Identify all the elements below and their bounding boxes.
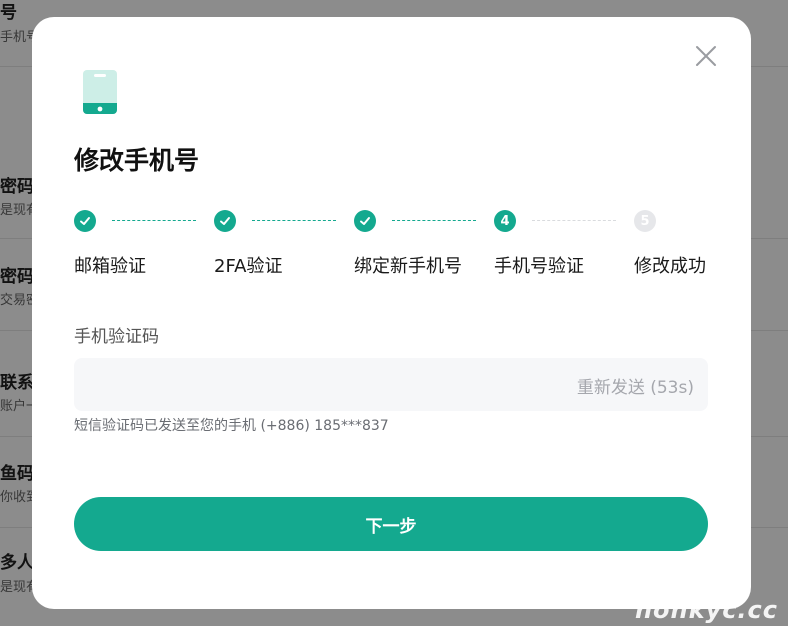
step-3-check-icon [354, 210, 376, 232]
verification-code-input[interactable] [74, 358, 544, 411]
step-connector [392, 220, 476, 221]
step-4-label: 手机号验证 [494, 256, 584, 277]
step-connector [532, 220, 616, 221]
change-phone-dialog: 修改手机号 4 5 邮箱验证 2FA验证 绑定新手机号 手机号验证 修改成功 手… [32, 17, 751, 609]
resend-code-button[interactable]: 重新发送 (53s) [577, 373, 694, 398]
verification-code-field: 重新发送 (53s) [74, 358, 708, 411]
step-5-label: 修改成功 [634, 256, 706, 277]
close-button[interactable] [695, 45, 717, 67]
step-1-label: 邮箱验证 [74, 256, 146, 277]
step-2-check-icon [214, 210, 236, 232]
step-4-number: 4 [494, 210, 516, 232]
sms-sent-hint: 短信验证码已发送至您的手机 (+886) 185***837 [74, 418, 389, 434]
step-1-check-icon [74, 210, 96, 232]
step-5-number: 5 [634, 210, 656, 232]
step-connector [252, 220, 336, 221]
step-3-label: 绑定新手机号 [354, 256, 462, 277]
close-icon [696, 46, 716, 66]
step-2-label: 2FA验证 [214, 256, 283, 277]
next-step-button[interactable]: 下一步 [74, 497, 708, 551]
step-connector [112, 220, 196, 221]
mobile-phone-icon [82, 69, 118, 119]
dialog-title: 修改手机号 [74, 146, 200, 175]
verification-code-label: 手机验证码 [74, 327, 159, 347]
watermark-logo: nonkyc.cc [634, 596, 778, 624]
